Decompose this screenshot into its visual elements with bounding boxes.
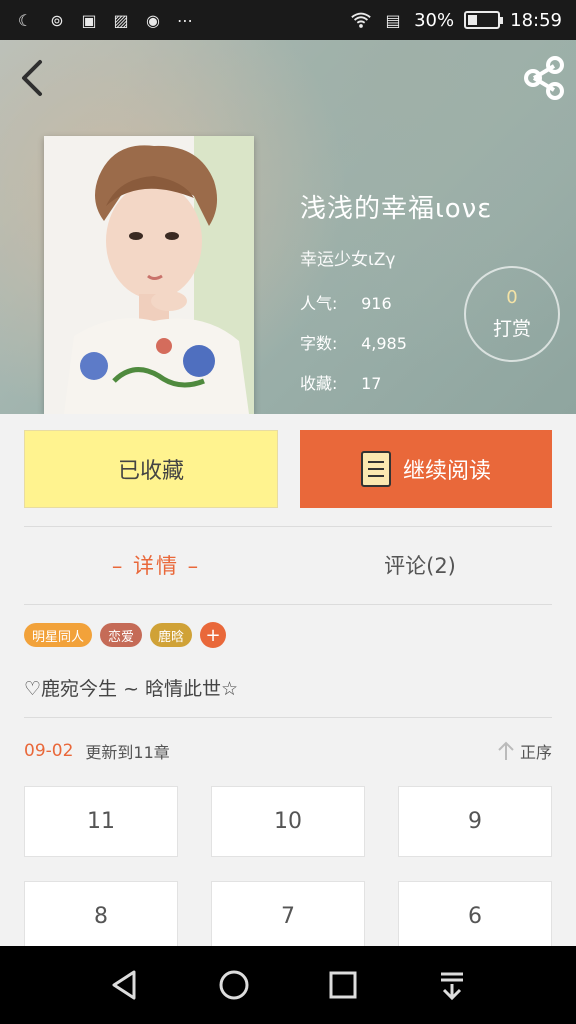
security-icon: ◉ (146, 10, 160, 30)
update-row: 09-02 更新到11章 正序 (24, 736, 552, 766)
status-bar: ☾ ⊚ ▣ ▨ ◉ ⋯ ▤ 30% 18:59 (0, 0, 576, 40)
chapter-button[interactable]: 10 (211, 786, 365, 857)
notification-icon: ⊚ (50, 10, 64, 30)
square-recents-icon (329, 971, 356, 999)
chevron-left-icon (22, 60, 42, 96)
update-info: 09-02 更新到11章 (24, 739, 170, 763)
chapter-button[interactable]: 6 (398, 881, 552, 952)
popularity-label: 人气: (300, 294, 338, 313)
favorites-label: 收藏: (300, 374, 338, 393)
back-button[interactable] (12, 54, 52, 102)
triangle-back-icon (112, 970, 135, 1000)
sort-toggle[interactable]: 正序 (496, 739, 552, 763)
tab-comments[interactable]: 评论(2) (288, 528, 552, 602)
action-buttons: 已收藏 继续阅读 (24, 430, 552, 510)
chapter-button[interactable]: 11 (24, 786, 178, 857)
tag-chip[interactable]: 鹿晗 (150, 623, 193, 647)
tag-chip[interactable]: 恋爱 (100, 623, 143, 647)
lock-icon: ▣ (81, 10, 97, 30)
status-left: ☾ ⊚ ▣ ▨ ◉ ⋯ (14, 9, 196, 31)
clock: 18:59 (510, 9, 562, 31)
collected-button[interactable]: 已收藏 (24, 430, 278, 508)
tip-count: 0 (506, 287, 518, 308)
sim-icon: ▤ (385, 10, 401, 30)
nav-notifications-button[interactable] (422, 955, 482, 1015)
image-icon: ▨ (113, 10, 129, 30)
continue-reading-label: 继续阅读 (402, 459, 491, 484)
book-intro: ♡鹿宛今生 ~ 晗情此世☆ (24, 678, 239, 700)
word-count-row: 字数: 4,985 (300, 330, 492, 354)
word-count-value: 4,985 (361, 334, 407, 353)
battery-percent: 30% (414, 9, 455, 31)
book-icon (360, 451, 391, 487)
system-nav-bar (0, 946, 576, 1024)
book-info: 浅浅的幸福ιονε 幸运少女ιΖγ 人气: 916 字数: 4,985 收藏: … (300, 188, 492, 410)
tag-chip[interactable]: 明星同人 (24, 623, 93, 647)
nav-recents-button[interactable] (313, 955, 373, 1015)
sort-label: 正序 (519, 743, 552, 762)
chapter-button[interactable]: 7 (211, 881, 365, 952)
status-right: ▤ 30% 18:59 (350, 9, 562, 31)
book-title: 浅浅的幸福ιονε (300, 194, 493, 224)
share-icon (524, 56, 564, 100)
favorites-value: 17 (361, 374, 382, 393)
more-icon: ⋯ (177, 10, 193, 30)
word-count-label: 字数: (300, 334, 338, 353)
chapter-grid: 11 10 9 8 7 6 (24, 786, 552, 952)
tag-list: 明星同人 恋爱 鹿晗 + (24, 622, 227, 648)
circle-home-icon (219, 970, 248, 1000)
book-cover (44, 136, 254, 414)
battery-icon (464, 11, 504, 29)
update-date: 09-02 (24, 741, 74, 761)
tip-label: 打赏 (492, 318, 531, 340)
tip-button[interactable]: 0 打赏 (464, 266, 560, 362)
chapter-button[interactable]: 9 (398, 786, 552, 857)
nav-back-button[interactable] (95, 955, 155, 1015)
share-button[interactable] (518, 54, 570, 102)
moon-icon: ☾ (17, 10, 33, 30)
book-author: 幸运少女ιΖγ (300, 250, 396, 270)
divider (24, 526, 552, 527)
favorites-row: 收藏: 17 (300, 370, 492, 394)
pull-down-icon (440, 972, 463, 1001)
nav-home-button[interactable] (204, 955, 264, 1015)
tab-bar: – 详情 – 评论(2) (24, 528, 552, 602)
popularity-value: 916 (361, 294, 392, 313)
add-tag-button[interactable]: + (200, 622, 227, 648)
divider (24, 717, 552, 718)
update-text: 更新到11章 (85, 743, 170, 762)
arrow-up-icon (498, 741, 514, 760)
book-header: 浅浅的幸福ιονε 幸运少女ιΖγ 人气: 916 字数: 4,985 收藏: … (0, 40, 576, 414)
wifi-icon (350, 9, 372, 31)
continue-reading-button[interactable]: 继续阅读 (300, 430, 552, 508)
divider (24, 604, 552, 605)
chapter-button[interactable]: 8 (24, 881, 178, 952)
tab-details[interactable]: – 详情 – (24, 528, 288, 602)
